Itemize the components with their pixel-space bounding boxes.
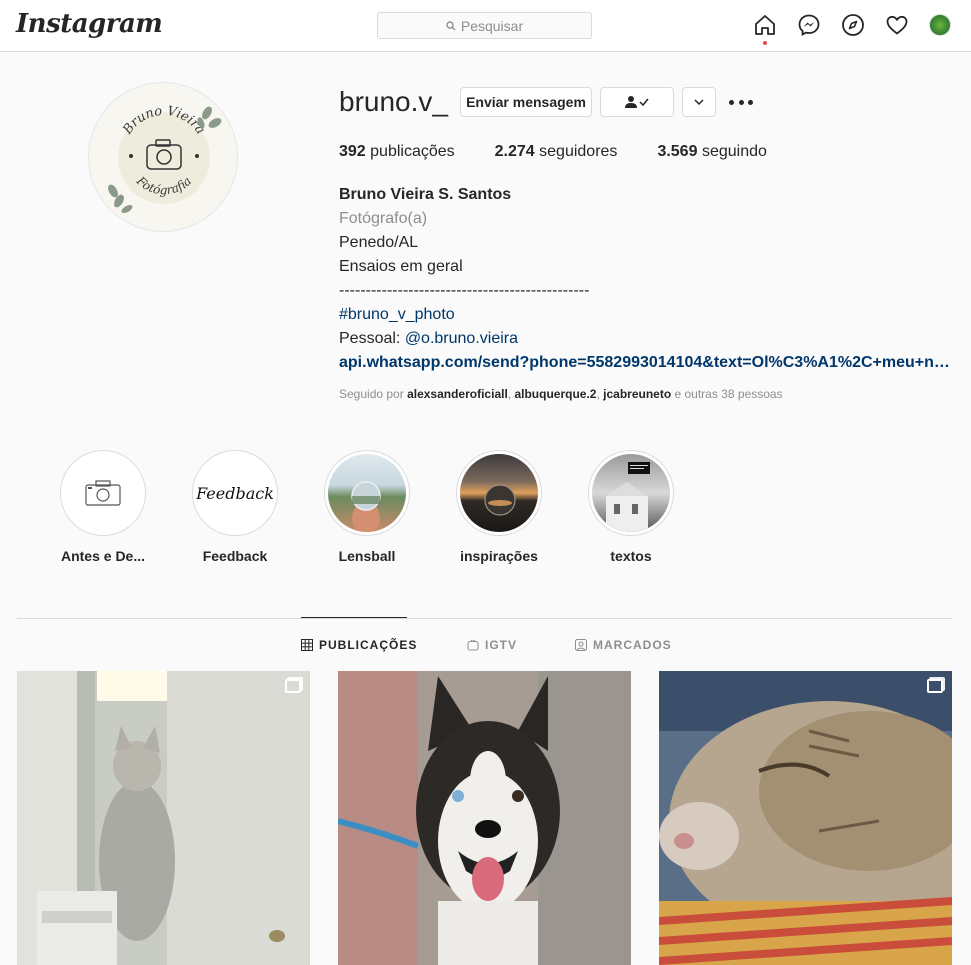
- website-link[interactable]: api.whatsapp.com/send?phone=558299301410…: [339, 351, 951, 375]
- posts-count: 392: [339, 143, 366, 160]
- followed-by-line[interactable]: Seguido por alexsanderoficiall, albuquer…: [339, 387, 783, 401]
- suggested-accounts-button[interactable]: [682, 87, 716, 117]
- followed-by-prefix: Seguido por: [339, 387, 408, 401]
- grid-icon: [301, 639, 313, 651]
- search-icon: [446, 20, 456, 30]
- tab-label: IGTV: [485, 638, 518, 652]
- tab-publicacoes[interactable]: PUBLICAÇÕES: [301, 638, 417, 652]
- followers-stat[interactable]: 2.274 seguidores: [495, 143, 618, 161]
- highlight-item[interactable]: textos: [586, 450, 676, 564]
- profile-avatar[interactable]: Bruno Vieira Fotógrafia: [88, 82, 238, 232]
- photographer-logo-image: Bruno Vieira Fotógrafia: [108, 104, 222, 213]
- bio-line: Ensaios em geral: [339, 258, 463, 275]
- highlight-label: textos: [610, 548, 652, 564]
- sunset-sphere-image: [484, 484, 516, 516]
- user-avatar[interactable]: [929, 14, 951, 36]
- heart-icon[interactable]: [885, 13, 909, 37]
- full-name: Bruno Vieira S. Santos: [339, 186, 512, 203]
- tab-marcados[interactable]: MARCADOS: [575, 638, 672, 652]
- profile-username: bruno.v_: [339, 86, 448, 117]
- followers-count: 2.274: [494, 143, 535, 160]
- camera-icon: [85, 480, 121, 506]
- sleeping-cat-photo: [659, 671, 952, 965]
- notification-dot: [763, 41, 767, 45]
- highlight-label: Antes e De...: [60, 548, 146, 564]
- personal-handle-link[interactable]: @o.bruno.vieira: [405, 330, 518, 347]
- husky-photo: [338, 671, 631, 965]
- personal-prefix: Pessoal:: [339, 330, 405, 347]
- followers-label: seguidores: [539, 143, 618, 160]
- active-tab-indicator: [301, 617, 407, 618]
- feedback-cover-text: Feedback: [196, 483, 274, 503]
- building-text-image: [606, 462, 650, 532]
- follower-username: albuquerque.2: [514, 387, 597, 401]
- follower-username: jcabreuneto: [603, 387, 672, 401]
- highlight-item[interactable]: inspirações: [454, 450, 544, 564]
- hashtag-link[interactable]: #bruno_v_photo: [339, 303, 959, 327]
- instagram-logo[interactable]: Instagram: [16, 9, 163, 39]
- carousel-icon: [927, 679, 943, 693]
- category-label: Fotógrafo(a): [339, 210, 428, 227]
- search-placeholder: Pesquisar: [460, 17, 524, 34]
- send-message-button[interactable]: Enviar mensagem: [460, 87, 592, 117]
- profile-bio: Bruno Vieira S. Santos Fotógrafo(a) Pene…: [339, 183, 959, 375]
- messenger-icon[interactable]: [797, 13, 821, 37]
- top-navigation-bar: Instagram Pesquisar: [0, 0, 971, 52]
- posts-stat: 392 publicações: [339, 143, 455, 161]
- following-count: 3.569: [657, 143, 698, 160]
- igtv-icon: [467, 639, 479, 651]
- tagged-icon: [575, 639, 587, 651]
- bio-line: Penedo/AL: [339, 234, 419, 251]
- highlight-item[interactable]: Lensball: [322, 450, 412, 564]
- more-options-icon[interactable]: [729, 93, 753, 111]
- highlight-label: Feedback: [202, 548, 268, 564]
- post-thumbnail[interactable]: [17, 671, 310, 965]
- highlight-item[interactable]: Antes e De...: [58, 450, 148, 564]
- compass-icon[interactable]: [841, 13, 865, 37]
- highlight-label: inspirações: [460, 548, 538, 564]
- tab-igtv[interactable]: IGTV: [467, 638, 517, 652]
- chevron-down-icon: [694, 99, 704, 106]
- person-check-icon: [625, 96, 649, 108]
- bio-separator: ----------------------------------------…: [339, 282, 590, 299]
- post-thumbnail[interactable]: [659, 671, 952, 965]
- following-stat[interactable]: 3.569 seguindo: [657, 143, 766, 161]
- tab-label: MARCADOS: [593, 638, 672, 652]
- profile-stats: 392 publicações 2.274 seguidores 3.569 s…: [339, 143, 807, 161]
- carousel-icon: [285, 679, 301, 693]
- search-input[interactable]: Pesquisar: [377, 12, 592, 39]
- follower-username: alexsanderoficiall: [407, 387, 508, 401]
- following-label: seguindo: [701, 143, 767, 160]
- personal-account-line: Pessoal: @o.bruno.vieira: [339, 327, 959, 351]
- followed-by-suffix: e outras 38 pessoas: [671, 387, 783, 401]
- following-button[interactable]: [600, 87, 674, 117]
- post-thumbnail[interactable]: [338, 671, 631, 965]
- posts-label: publicações: [370, 143, 455, 160]
- home-icon[interactable]: [753, 13, 777, 37]
- highlight-label: Lensball: [338, 548, 396, 564]
- cat-in-window-photo: [17, 671, 310, 965]
- lensball-image: [351, 481, 381, 532]
- tabs-divider: [17, 618, 952, 619]
- highlight-item[interactable]: Feedback Feedback: [190, 450, 280, 564]
- tab-label: PUBLICAÇÕES: [319, 638, 418, 652]
